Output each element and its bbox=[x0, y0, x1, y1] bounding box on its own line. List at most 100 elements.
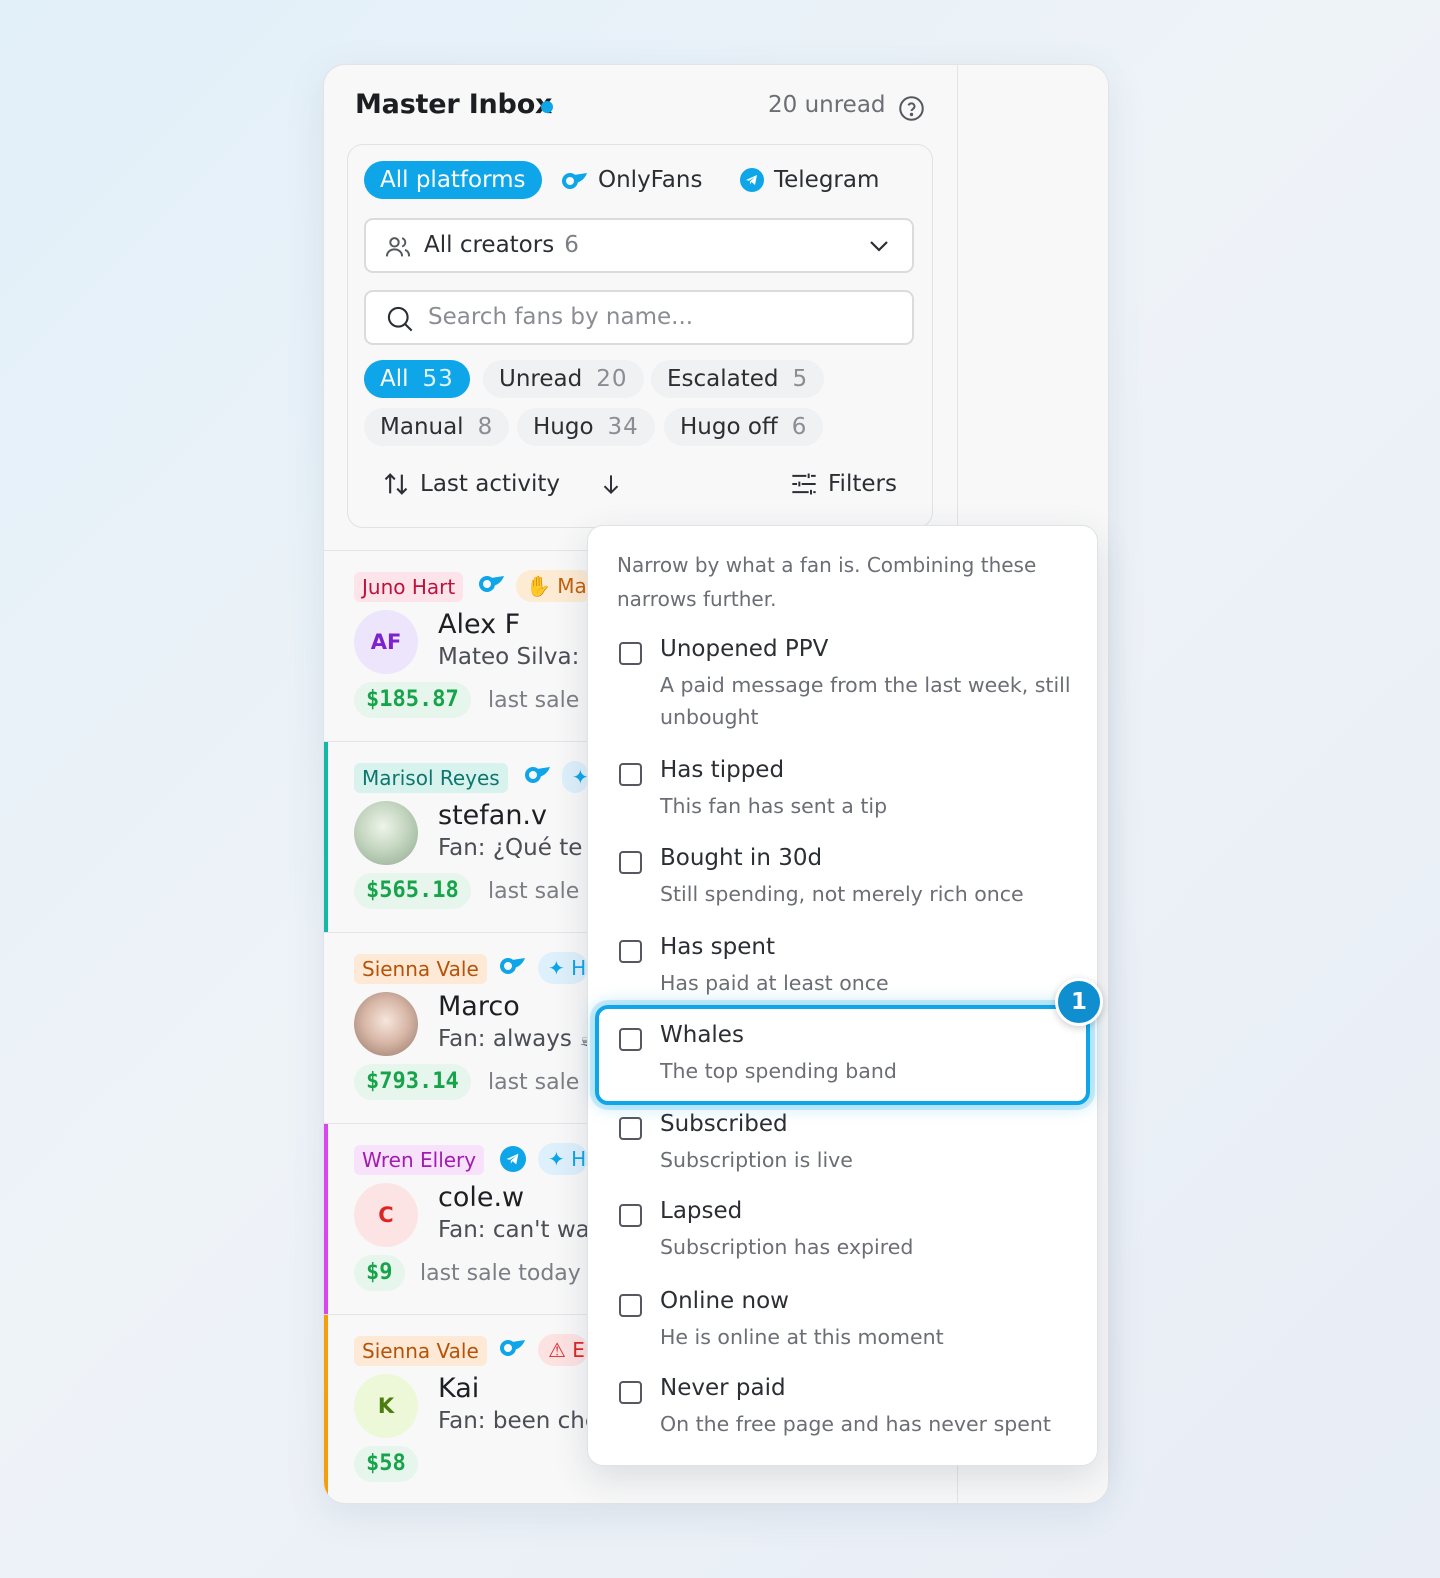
accent-bar bbox=[324, 1124, 328, 1314]
filter-all[interactable]: All 53 bbox=[364, 360, 470, 398]
last-sale: last sale y bbox=[488, 879, 600, 904]
mode-label: H bbox=[571, 956, 587, 980]
status-dot bbox=[541, 101, 553, 113]
filter-manual-label: Manual bbox=[380, 414, 464, 440]
accent-bar bbox=[324, 1315, 328, 1503]
filter-hugo-off[interactable]: Hugo off 6 bbox=[664, 408, 824, 446]
mode-label: E bbox=[572, 1338, 585, 1362]
unread-count: 20 unread bbox=[768, 92, 886, 118]
creator-tag: Wren Ellery bbox=[354, 1145, 485, 1175]
filter-unread[interactable]: Unread 20 bbox=[483, 360, 644, 398]
sliders-icon bbox=[792, 473, 816, 495]
last-sale: last sale 2 bbox=[488, 688, 601, 713]
filter-manual[interactable]: Manual 8 bbox=[364, 408, 510, 446]
filters-label: Filters bbox=[828, 471, 897, 497]
spend-amount: $793.14 bbox=[354, 1064, 471, 1100]
option-label: Unopened PPV bbox=[660, 636, 829, 662]
platform-telegram[interactable]: Telegram bbox=[726, 161, 893, 199]
sparkle-icon: ✦ bbox=[548, 1147, 565, 1171]
option-description: On the free page and has never spent bbox=[660, 1412, 1051, 1436]
search-icon bbox=[387, 306, 413, 332]
option-label: Has spent bbox=[660, 934, 776, 960]
last-sale: last sale y bbox=[488, 1070, 600, 1095]
sort-label: Last activity bbox=[420, 471, 560, 497]
filter-hugo-off-count: 6 bbox=[791, 414, 808, 440]
platform-all-label: All platforms bbox=[380, 167, 526, 193]
avatar bbox=[354, 992, 418, 1056]
platform-all[interactable]: All platforms bbox=[364, 161, 542, 199]
onlyfans-icon bbox=[525, 767, 550, 783]
hand-icon: ✋ bbox=[526, 574, 551, 598]
search-placeholder: Search fans by name... bbox=[428, 304, 694, 330]
option-description: Subscription is live bbox=[660, 1148, 853, 1172]
creators-select-label: All creators bbox=[424, 232, 555, 258]
last-sale: last sale today bbox=[420, 1261, 581, 1286]
checkbox[interactable] bbox=[619, 1204, 642, 1227]
fan-name: Marco bbox=[438, 991, 520, 1022]
avatar: K bbox=[354, 1374, 418, 1438]
filter-box: All platforms OnlyFans Telegram All crea… bbox=[347, 144, 933, 528]
option-description: This fan has sent a tip bbox=[660, 794, 888, 818]
spend-amount: $185.87 bbox=[354, 682, 471, 718]
telegram-icon bbox=[500, 1146, 526, 1172]
filters-popover: Narrow by what a fan is. Combining these… bbox=[587, 525, 1098, 1466]
onlyfans-icon bbox=[500, 1340, 525, 1356]
step-badge: 1 bbox=[1055, 978, 1103, 1026]
users-icon bbox=[385, 237, 411, 257]
creator-tag: Sienna Vale bbox=[354, 1336, 487, 1366]
option-description: Still spending, not merely rich once bbox=[660, 882, 1024, 906]
filter-escalated-count: 5 bbox=[792, 366, 809, 392]
option-description: A paid message from the last week, still… bbox=[660, 673, 1071, 729]
mode-label: H bbox=[571, 1147, 587, 1171]
sort-arrows-icon bbox=[384, 473, 408, 495]
platform-onlyfans-label: OnlyFans bbox=[598, 167, 703, 193]
checkbox[interactable] bbox=[619, 940, 642, 963]
creators-count: 6 bbox=[564, 232, 579, 258]
fan-name: cole.w bbox=[438, 1182, 525, 1213]
message-preview: Fan: ¿Qué te g bbox=[438, 835, 605, 861]
platform-onlyfans[interactable]: OnlyFans bbox=[548, 161, 716, 199]
option-description: Subscription has expired bbox=[660, 1235, 914, 1259]
spend-amount: $9 bbox=[354, 1255, 405, 1291]
sparkle-icon: ✦ bbox=[548, 956, 565, 980]
option-description: He is online at this moment bbox=[660, 1325, 944, 1349]
filter-escalated[interactable]: Escalated 5 bbox=[651, 360, 825, 398]
checkbox[interactable] bbox=[619, 851, 642, 874]
filter-hugo[interactable]: Hugo 34 bbox=[517, 408, 655, 446]
option-label: Lapsed bbox=[660, 1198, 743, 1224]
arrow-down-icon[interactable] bbox=[598, 471, 624, 497]
chevron-down-icon bbox=[870, 241, 888, 252]
filter-hugo-off-label: Hugo off bbox=[680, 414, 778, 440]
hugo-tag: ✦ H bbox=[538, 952, 588, 984]
search-input[interactable]: Search fans by name... bbox=[364, 290, 914, 345]
creators-select[interactable]: All creators 6 bbox=[364, 218, 914, 273]
checkbox[interactable] bbox=[619, 1294, 642, 1317]
creator-tag: Marisol Reyes bbox=[354, 763, 508, 793]
fan-name: Kai bbox=[438, 1373, 480, 1404]
fan-name: stefan.v bbox=[438, 800, 547, 831]
filters-button[interactable]: Filters bbox=[790, 470, 897, 498]
spend-amount: $58 bbox=[354, 1446, 418, 1482]
option-label: Has tipped bbox=[660, 757, 785, 783]
filter-escalated-label: Escalated bbox=[667, 366, 779, 392]
checkbox[interactable] bbox=[619, 642, 642, 665]
avatar: AF bbox=[354, 610, 418, 674]
checkbox[interactable] bbox=[619, 763, 642, 786]
onlyfans-icon bbox=[500, 958, 525, 974]
sparkle-icon: ✦ bbox=[572, 765, 588, 789]
manual-tag: ✋ Ma bbox=[516, 570, 596, 602]
option-label: Online now bbox=[660, 1288, 789, 1314]
message-preview: Mateo Silva: p bbox=[438, 644, 602, 670]
message-preview: Fan: always ☕ bbox=[438, 1026, 600, 1052]
checkbox[interactable] bbox=[619, 1381, 642, 1404]
option-description: Has paid at least once bbox=[660, 971, 889, 995]
sort-control[interactable]: Last activity bbox=[382, 470, 624, 498]
filter-unread-count: 20 bbox=[596, 366, 628, 392]
fan-name: Alex F bbox=[438, 609, 521, 640]
escalated-tag: ⚠ E bbox=[538, 1334, 588, 1366]
checkbox[interactable] bbox=[619, 1117, 642, 1140]
help-icon[interactable] bbox=[898, 95, 925, 122]
platform-telegram-label: Telegram bbox=[774, 167, 880, 193]
option-label: Never paid bbox=[660, 1375, 786, 1401]
option-label: Subscribed bbox=[660, 1111, 788, 1137]
